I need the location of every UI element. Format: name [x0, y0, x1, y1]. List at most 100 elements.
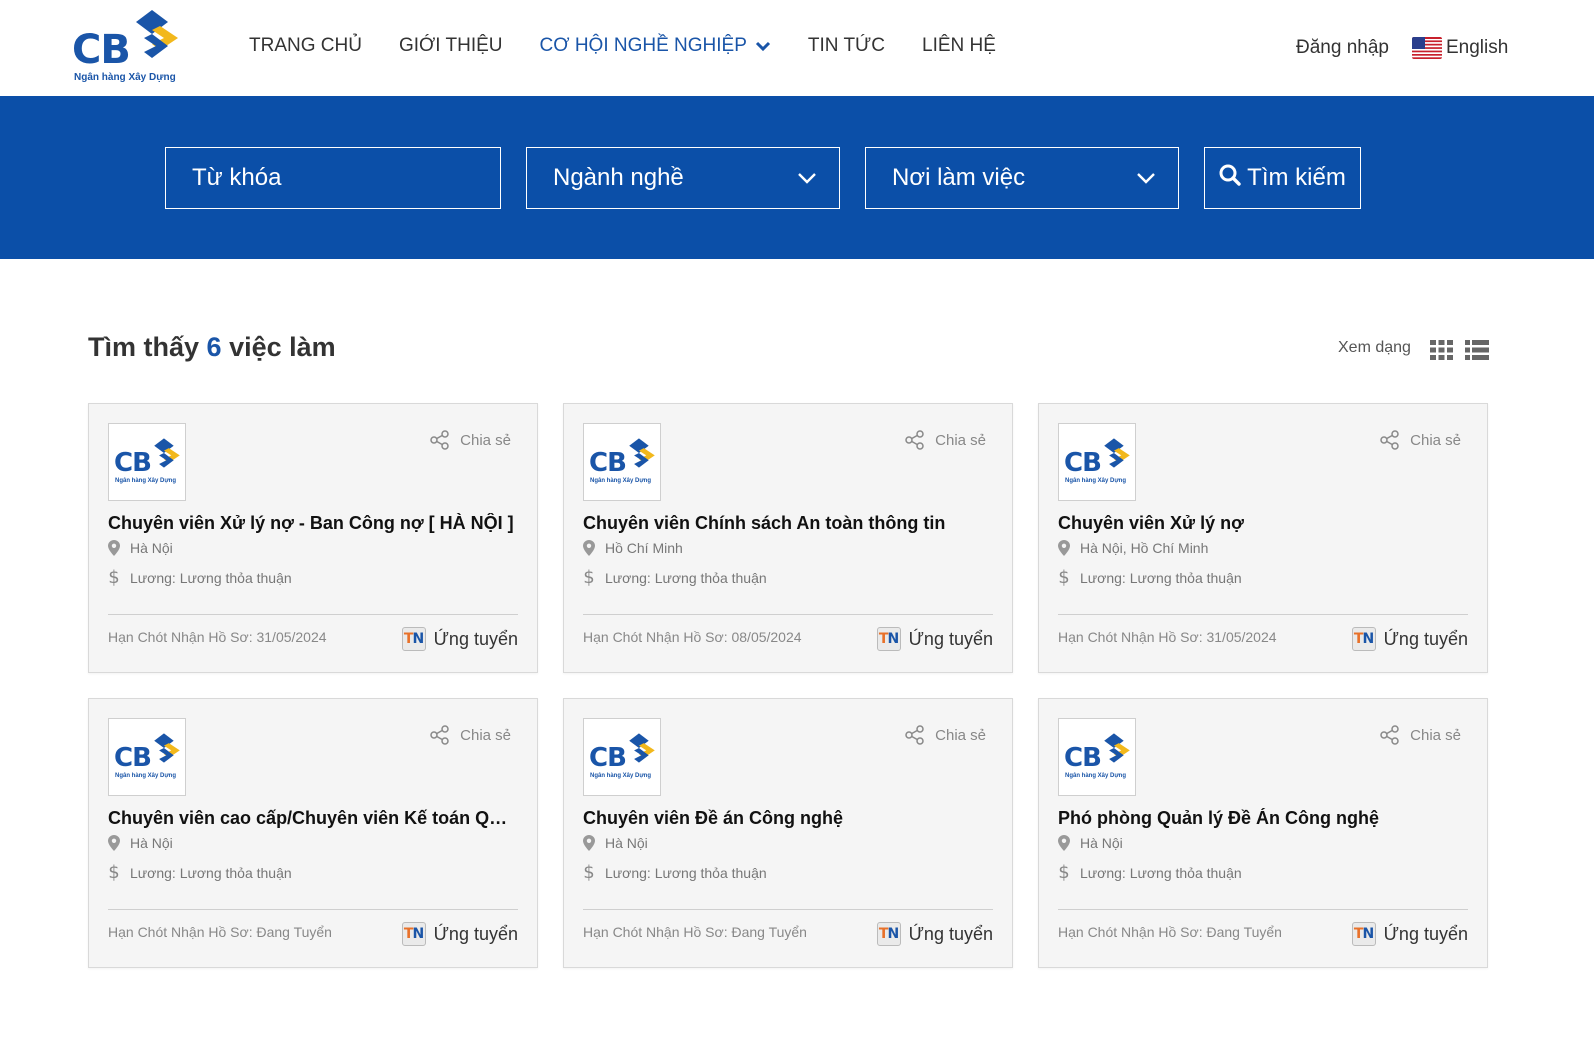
job-card[interactable]: CB Ngân hàng Xây Dựng Chia sẻ Chuyên viê…	[88, 403, 538, 673]
dollar-icon: $	[583, 862, 595, 883]
share-label: Chia sẻ	[935, 431, 986, 449]
company-logo[interactable]: CB Ngân hàng Xây Dựng	[583, 423, 661, 501]
job-salary-text: Lương: Lương thỏa thuận	[1080, 864, 1242, 881]
card-divider	[108, 614, 518, 615]
job-location: Hồ Chí Minh	[583, 540, 683, 556]
tn-badge-icon: TN	[876, 922, 901, 946]
job-location-text: Hà Nội	[130, 835, 173, 851]
apply-button[interactable]: TN Ứng tuyển	[401, 922, 518, 946]
tn-badge-icon: TN	[1351, 922, 1376, 946]
company-logo[interactable]: CB Ngân hàng Xây Dựng	[1058, 718, 1136, 796]
dollar-icon: $	[1058, 862, 1070, 883]
job-card[interactable]: CB Ngân hàng Xây Dựng Chia sẻ Chuyên viê…	[88, 698, 538, 968]
job-card[interactable]: CB Ngân hàng Xây Dựng Chia sẻ Chuyên viê…	[563, 403, 1013, 673]
apply-button[interactable]: TN Ứng tuyển	[401, 627, 518, 651]
share-label: Chia sẻ	[935, 726, 986, 744]
site-logo[interactable]: CB Ngân hàng Xây Dựng	[72, 10, 180, 86]
job-location: Hà Nội	[1058, 835, 1123, 851]
results-suffix: việc làm	[229, 332, 336, 362]
apply-label: Ứng tuyển	[433, 628, 518, 649]
nav-item-home[interactable]: TRANG CHỦ	[249, 34, 362, 58]
industry-select[interactable]: Ngành nghề	[526, 147, 840, 209]
login-link[interactable]: Đăng nhập	[1296, 36, 1389, 60]
share-button[interactable]: Chia sẻ	[1380, 430, 1461, 450]
results-heading: Tìm thấy 6 việc làm	[88, 332, 336, 363]
company-logo[interactable]: CB Ngân hàng Xây Dựng	[583, 718, 661, 796]
job-title[interactable]: Chuyên viên cao cấp/Chuyên viên Kế toán …	[108, 808, 518, 829]
job-salary: $ Lương: Lương thỏa thuận	[583, 567, 766, 588]
job-card[interactable]: CB Ngân hàng Xây Dựng Chia sẻ Chuyên viê…	[563, 698, 1013, 968]
company-logo-tagline: Ngân hàng Xây Dựng	[1065, 773, 1127, 779]
share-icon	[1380, 725, 1399, 745]
job-salary-text: Lương: Lương thỏa thuận	[605, 864, 767, 881]
share-icon	[905, 430, 924, 450]
map-pin-icon	[108, 540, 120, 556]
nav-item-news[interactable]: TIN TỨC	[808, 34, 885, 58]
job-title[interactable]: Chuyên viên Xử lý nợ	[1058, 513, 1468, 534]
apply-button[interactable]: TN Ứng tuyển	[1351, 627, 1468, 651]
map-pin-icon	[1058, 835, 1070, 851]
share-button[interactable]: Chia sẻ	[905, 430, 986, 450]
apply-label: Ứng tuyển	[908, 628, 993, 649]
job-salary-text: Lương: Lương thỏa thuận	[130, 569, 292, 586]
location-select[interactable]: Nơi làm việc	[865, 147, 1179, 209]
job-location: Hà Nội	[108, 540, 173, 556]
search-button[interactable]: Tìm kiếm	[1204, 147, 1361, 209]
job-card[interactable]: CB Ngân hàng Xây Dựng Chia sẻ Phó phòng …	[1038, 698, 1488, 968]
share-label: Chia sẻ	[460, 726, 511, 744]
share-label: Chia sẻ	[1410, 431, 1461, 449]
nav-item-about[interactable]: GIỚI THIỆU	[399, 34, 503, 58]
card-divider	[108, 909, 518, 910]
share-button[interactable]: Chia sẻ	[1380, 725, 1461, 745]
cb-diamond-logo-icon	[154, 438, 180, 468]
apply-button[interactable]: TN Ứng tuyển	[876, 922, 993, 946]
share-label: Chia sẻ	[1410, 726, 1461, 744]
share-button[interactable]: Chia sẻ	[905, 725, 986, 745]
apply-button[interactable]: TN Ứng tuyển	[1351, 922, 1468, 946]
share-button[interactable]: Chia sẻ	[430, 725, 511, 745]
nav-item-contact[interactable]: LIÊN HỆ	[922, 34, 996, 58]
job-title[interactable]: Chuyên viên Xử lý nợ - Ban Công nợ [ HÀ …	[108, 513, 518, 534]
dollar-icon: $	[583, 567, 595, 588]
language-label: English	[1446, 37, 1509, 58]
keyword-field[interactable]	[165, 147, 501, 209]
company-logo-text: CB	[114, 448, 152, 478]
job-title[interactable]: Chuyên viên Đề án Công nghệ	[583, 808, 993, 829]
job-title[interactable]: Chuyên viên Chính sách An toàn thông tin	[583, 513, 993, 534]
job-salary: $ Lương: Lương thỏa thuận	[108, 567, 292, 588]
industry-select-label: Ngành nghề	[553, 164, 684, 191]
card-divider	[1058, 614, 1468, 615]
search-icon	[1219, 164, 1241, 193]
share-button[interactable]: Chia sẻ	[430, 430, 511, 450]
list-view-icon[interactable]	[1465, 340, 1489, 365]
job-location-text: Hà Nội	[1080, 835, 1123, 851]
job-location: Hà Nội	[108, 835, 173, 851]
map-pin-icon	[583, 835, 595, 851]
card-divider	[583, 909, 993, 910]
company-logo[interactable]: CB Ngân hàng Xây Dựng	[108, 718, 186, 796]
keyword-input[interactable]	[166, 164, 500, 192]
dollar-icon: $	[1058, 567, 1070, 588]
nav-item-careers[interactable]: CƠ HỘI NGHỀ NGHIỆP	[540, 34, 771, 58]
job-deadline: Hạn Chót Nhận Hồ Sơ: 08/05/2024	[583, 629, 802, 645]
job-title[interactable]: Phó phòng Quản lý Đề Án Công nghệ	[1058, 808, 1468, 829]
chevron-down-icon	[755, 40, 771, 52]
company-logo[interactable]: CB Ngân hàng Xây Dựng	[1058, 423, 1136, 501]
tn-badge-icon: TN	[401, 627, 426, 651]
share-icon	[1380, 430, 1399, 450]
cb-diamond-logo-icon	[136, 10, 178, 58]
company-logo-tagline: Ngân hàng Xây Dựng	[1065, 478, 1127, 484]
job-deadline: Hạn Chót Nhận Hồ Sơ: Đang Tuyển	[583, 924, 807, 940]
map-pin-icon	[108, 835, 120, 851]
company-logo-tagline: Ngân hàng Xây Dựng	[115, 478, 177, 484]
job-salary: $ Lương: Lương thỏa thuận	[1058, 567, 1241, 588]
apply-label: Ứng tuyển	[433, 923, 518, 944]
tn-badge-icon: TN	[401, 922, 426, 946]
results-prefix: Tìm thấy	[88, 332, 200, 362]
grid-view-icon[interactable]	[1430, 340, 1453, 365]
apply-button[interactable]: TN Ứng tuyển	[876, 627, 993, 651]
cb-diamond-logo-icon	[1104, 733, 1130, 763]
language-switch[interactable]: English	[1412, 36, 1508, 60]
company-logo[interactable]: CB Ngân hàng Xây Dựng	[108, 423, 186, 501]
job-card[interactable]: CB Ngân hàng Xây Dựng Chia sẻ Chuyên viê…	[1038, 403, 1488, 673]
